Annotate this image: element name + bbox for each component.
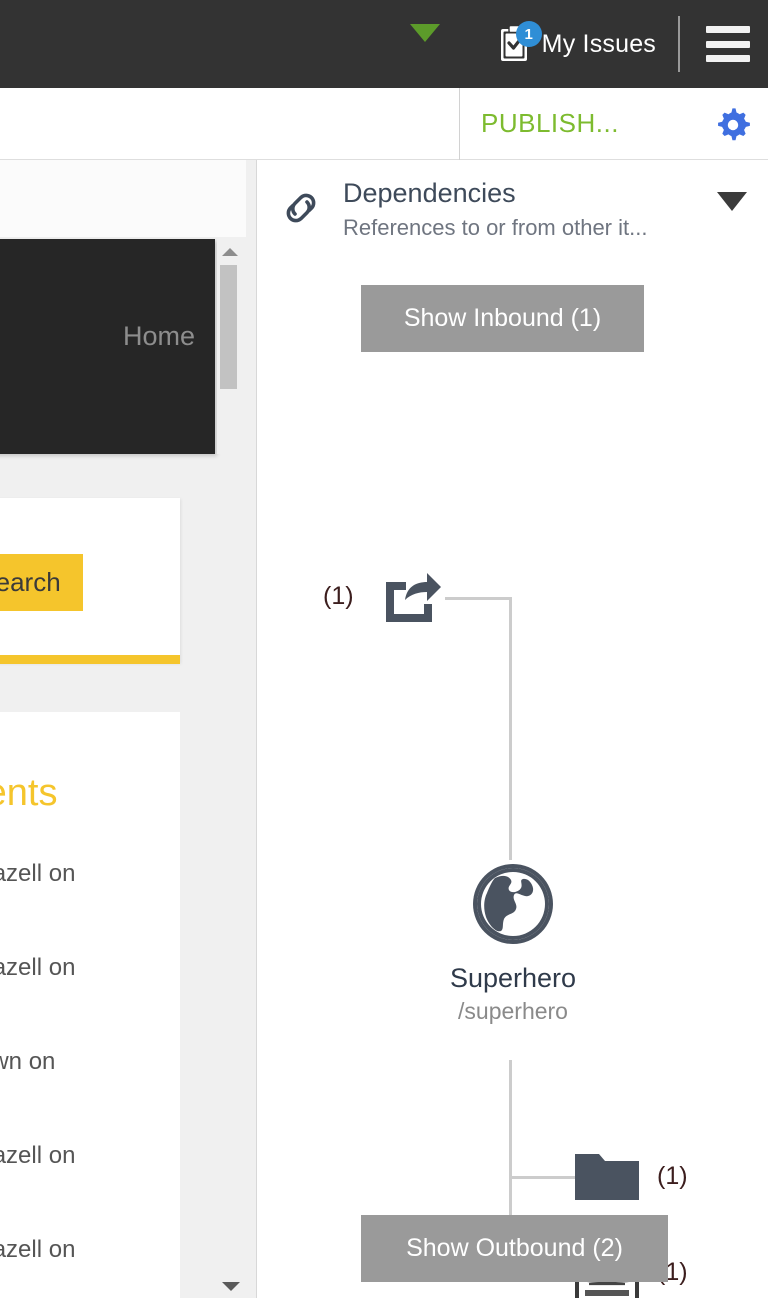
gear-icon[interactable]	[715, 106, 753, 149]
secondary-toolbar	[0, 88, 768, 160]
comments-heading: ments	[0, 772, 58, 814]
comment-item[interactable]: el Lazell on	[0, 860, 75, 888]
dependencies-panel: Dependencies References to or from other…	[256, 160, 768, 1298]
background-header-strip	[0, 160, 246, 237]
folder-icon[interactable]	[575, 1150, 639, 1205]
my-issues-label: My Issues	[541, 29, 656, 58]
comment-item[interactable]: el Lazell on	[0, 1142, 75, 1170]
app-root: 1 My Issues PUBLISH... Home Search	[0, 0, 768, 1298]
comment-item[interactable]: el Lazell on	[0, 954, 75, 982]
caret-down-icon[interactable]	[410, 24, 440, 42]
share-export-icon[interactable]	[383, 572, 443, 629]
clipboard-check-icon: 1	[498, 21, 542, 63]
graph-edge	[445, 597, 511, 600]
dark-nav-panel[interactable]: Home	[0, 239, 215, 454]
inbound-count-label: (1)	[323, 582, 354, 610]
panel-subtitle: References to or from other it...	[343, 215, 648, 240]
my-issues-button[interactable]: 1 My Issues	[498, 21, 678, 63]
publish-status-label[interactable]: PUBLISH...	[481, 108, 619, 139]
home-nav-label[interactable]: Home	[123, 321, 195, 352]
comment-item[interactable]: el Lazell on	[0, 1236, 75, 1264]
caret-down-icon[interactable]	[717, 192, 747, 211]
graph-edge	[509, 597, 512, 860]
comment-item[interactable]: Brown on	[0, 1048, 55, 1076]
hamburger-menu-icon[interactable]	[706, 26, 750, 62]
dependency-graph: (1) Superhero /superhero (1) (1)	[257, 360, 768, 1298]
panel-scrollbar-thumb[interactable]	[220, 265, 237, 389]
scroll-up-arrow-icon[interactable]	[222, 248, 238, 256]
show-outbound-button[interactable]: Show Outbound (2)	[361, 1215, 668, 1282]
search-button[interactable]: Search	[0, 554, 83, 611]
outbound-count-label: (1)	[657, 1162, 688, 1190]
chain-link-icon	[275, 182, 327, 239]
comments-card: ments el Lazell on el Lazell on Brown on…	[0, 712, 180, 1298]
graph-node-superhero[interactable]: Superhero /superhero	[257, 860, 768, 1025]
dependencies-panel-header: Dependencies References to or from other…	[257, 160, 768, 260]
search-card: Search	[0, 498, 180, 663]
globe-icon	[473, 864, 553, 944]
scroll-down-arrow-icon[interactable]	[222, 1282, 240, 1291]
graph-node-path: /superhero	[458, 998, 568, 1024]
my-issues-badge-count: 1	[515, 21, 542, 47]
background-page-region: Home Search ments el Lazell on el Lazell…	[0, 160, 256, 1298]
search-card-accent-bar	[0, 655, 180, 664]
top-bar-right-group: 1 My Issues	[498, 0, 768, 88]
graph-edge	[509, 1176, 581, 1179]
panel-title: Dependencies	[343, 178, 516, 208]
graph-node-name: Superhero	[449, 963, 577, 993]
show-inbound-button[interactable]: Show Inbound (1)	[361, 285, 644, 352]
topbar-divider	[678, 16, 680, 72]
toolbar-divider	[459, 88, 460, 160]
top-navigation-bar: 1 My Issues	[0, 0, 768, 88]
